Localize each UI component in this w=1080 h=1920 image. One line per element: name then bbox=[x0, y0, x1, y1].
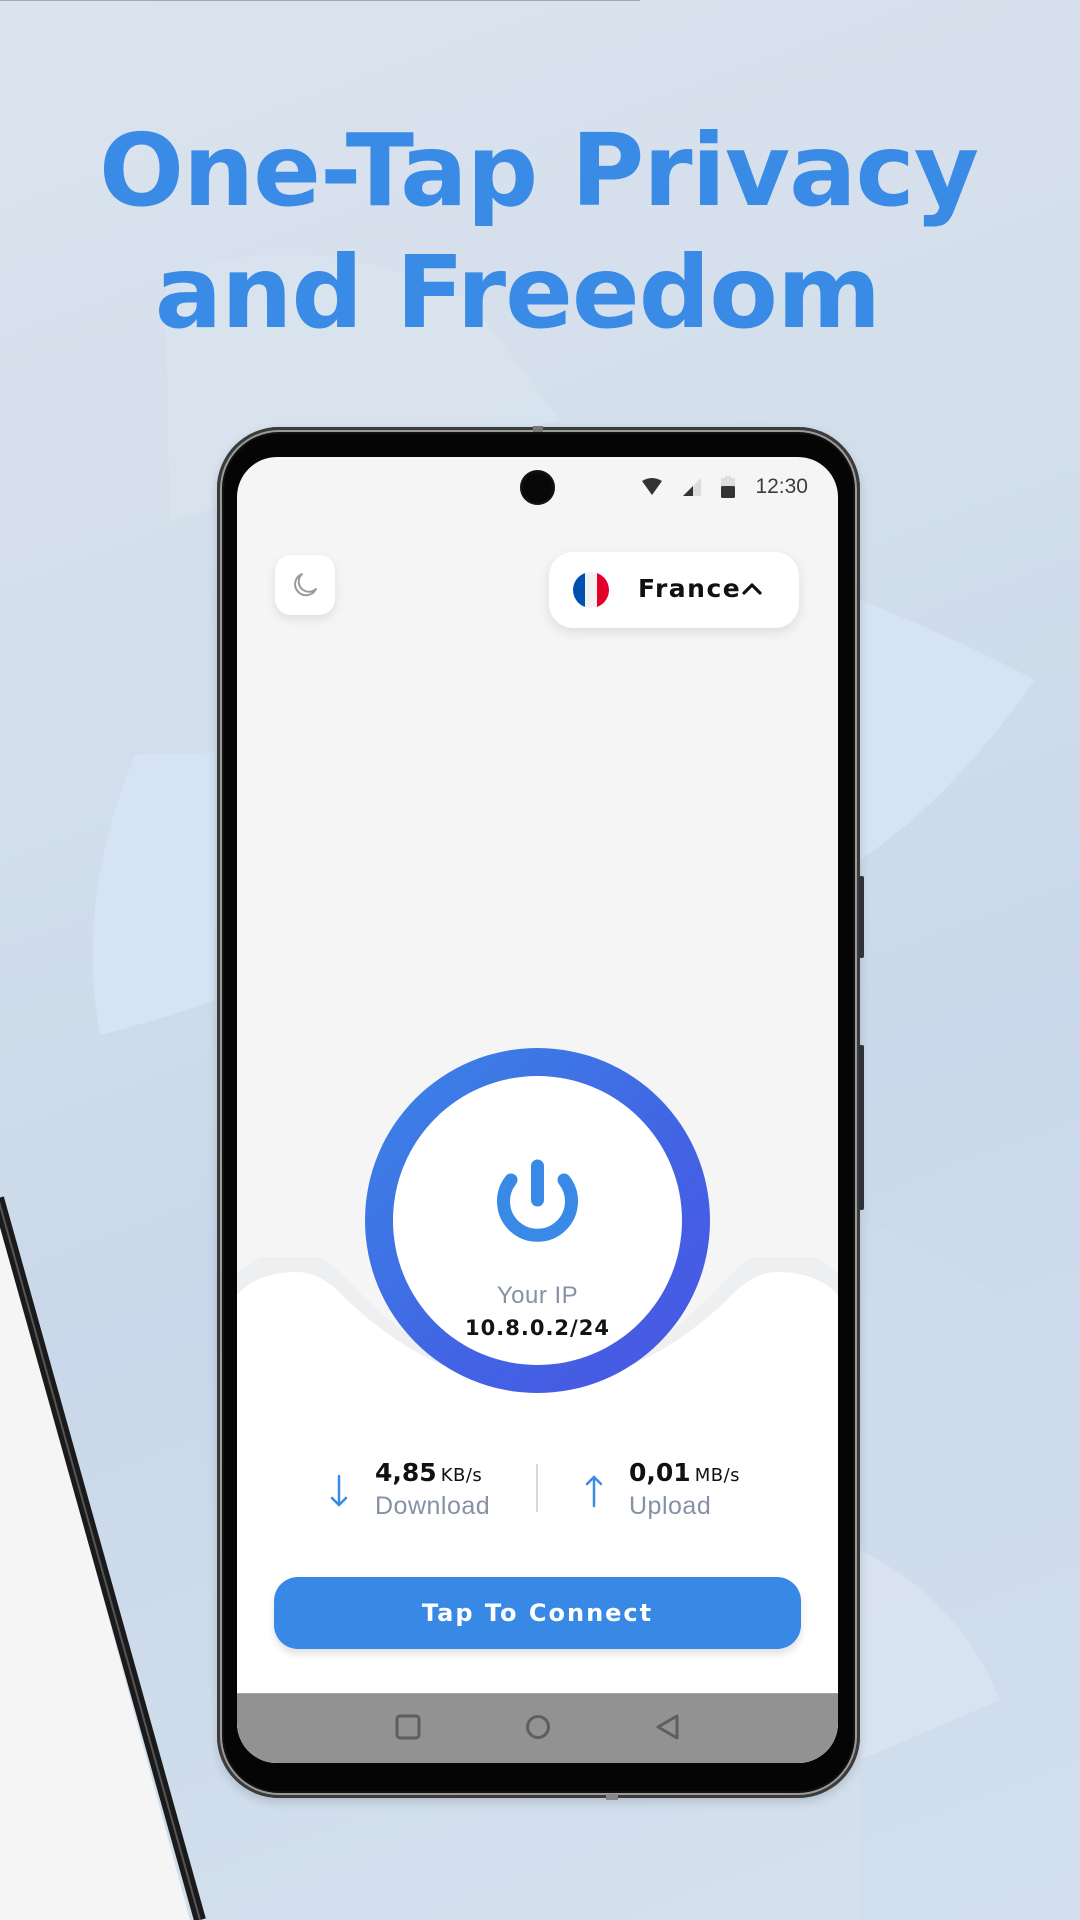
home-icon bbox=[526, 1715, 550, 1739]
back-button[interactable] bbox=[648, 1707, 688, 1747]
wifi-icon bbox=[642, 478, 663, 495]
phone-screen: 12:30 France Your IP 10.8.0.2/24 4,85 KB… bbox=[237, 457, 838, 1763]
france-flag-icon bbox=[573, 572, 609, 608]
moon-icon bbox=[294, 573, 317, 597]
download-unit: KB/s bbox=[440, 1465, 483, 1486]
ip-label: Your IP bbox=[496, 1282, 579, 1309]
phone-top-notch bbox=[533, 426, 543, 432]
upload-speed: 0,01 MB/s bbox=[629, 1458, 740, 1487]
upload-label: Upload bbox=[629, 1492, 712, 1520]
power-icon bbox=[497, 1159, 578, 1242]
download-speed: 4,85 KB/s bbox=[375, 1458, 482, 1487]
recents-icon bbox=[395, 1714, 421, 1740]
status-time: 12:30 bbox=[755, 475, 808, 498]
recents-button[interactable] bbox=[388, 1707, 428, 1747]
chevron-up-icon bbox=[742, 583, 762, 595]
power-button-inner: Your IP 10.8.0.2/24 bbox=[393, 1076, 682, 1365]
status-bar: 12:30 bbox=[641, 465, 808, 509]
arrow-down-icon bbox=[330, 1474, 348, 1507]
upload-value: 0,01 bbox=[629, 1458, 691, 1487]
front-camera bbox=[520, 470, 555, 505]
traffic-stats: 4,85 KB/s Download 0,01 MB/s Upload bbox=[237, 1452, 838, 1522]
download-value: 4,85 bbox=[375, 1458, 437, 1487]
battery-icon bbox=[721, 476, 736, 498]
country-selector[interactable]: France bbox=[549, 552, 799, 628]
signal-icon bbox=[683, 478, 702, 496]
arrow-up-icon bbox=[585, 1475, 603, 1508]
ip-value: 10.8.0.2/24 bbox=[465, 1316, 610, 1340]
theme-toggle-button[interactable] bbox=[275, 555, 335, 615]
back-icon bbox=[656, 1714, 679, 1740]
home-button[interactable] bbox=[518, 1707, 558, 1747]
power-button[interactable]: Your IP 10.8.0.2/24 bbox=[365, 1048, 710, 1393]
tap-to-connect-button[interactable]: Tap To Connect bbox=[274, 1577, 801, 1649]
navigation-bar bbox=[237, 1693, 838, 1763]
phone-power-button bbox=[859, 1045, 864, 1210]
country-name: France bbox=[638, 574, 742, 603]
download-label: Download bbox=[375, 1492, 491, 1520]
stats-divider bbox=[536, 1464, 538, 1512]
phone-bottom-notch bbox=[606, 1794, 618, 1800]
upload-unit: MB/s bbox=[694, 1465, 741, 1486]
phone-volume-button bbox=[859, 876, 864, 958]
